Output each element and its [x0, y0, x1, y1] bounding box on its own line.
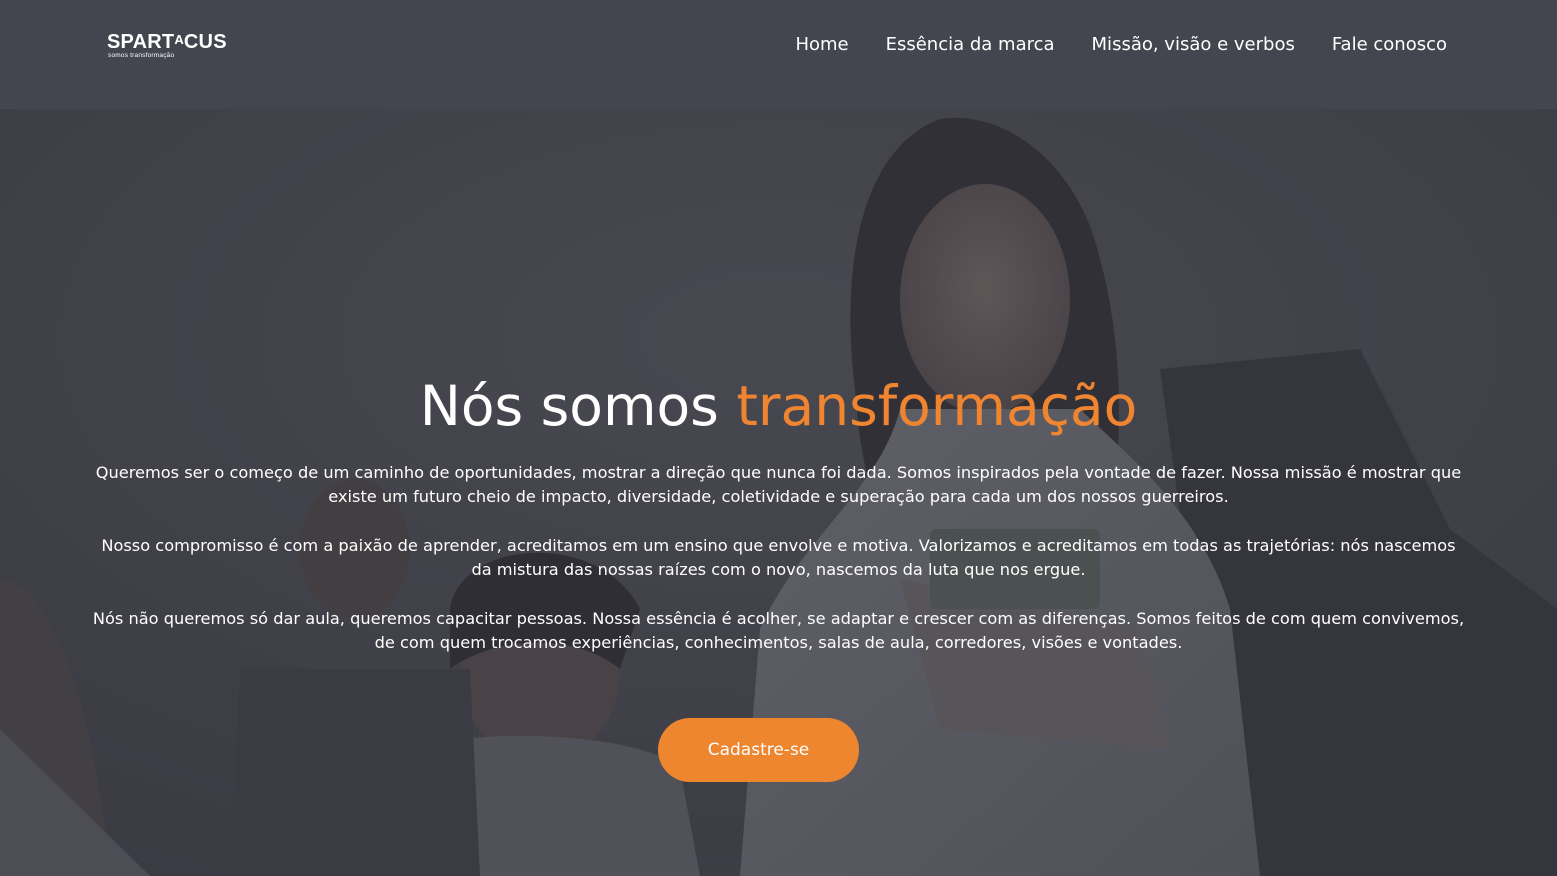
signup-button[interactable]: Cadastre-se: [658, 718, 859, 782]
landing-page: SPARTACUS somos transformação Home Essên…: [0, 0, 1557, 876]
hero-paragraph: Nós não queremos só dar aula, queremos c…: [92, 609, 1465, 652]
hero-section: Nós somos transformação Queremos ser o c…: [0, 109, 1557, 876]
site-header: SPARTACUS somos transformação Home Essên…: [0, 0, 1557, 109]
hero-title-plain: Nós somos: [419, 374, 719, 438]
hero-paragraph: Queremos ser o começo de um caminho de o…: [95, 463, 1462, 506]
hero-title: Nós somos transformação: [0, 371, 1557, 441]
logo-wordmark: SPARTACUS: [107, 31, 227, 53]
main-nav: Home Essência da marca Missão, visão e v…: [795, 33, 1447, 57]
hero-title-accent: transformação: [736, 374, 1138, 438]
hero-paragraph: Nosso compromisso é com a paixão de apre…: [101, 536, 1456, 579]
nav-link-essencia-da-marca[interactable]: Essência da marca: [886, 33, 1055, 57]
spartacus-logo[interactable]: SPARTACUS somos transformação: [107, 28, 227, 62]
nav-link-home[interactable]: Home: [795, 33, 848, 57]
logo-tagline: somos transformação: [108, 52, 175, 59]
nav-link-missao-visao-verbos[interactable]: Missão, visão e verbos: [1092, 33, 1295, 57]
nav-link-fale-conosco[interactable]: Fale conosco: [1332, 33, 1447, 57]
